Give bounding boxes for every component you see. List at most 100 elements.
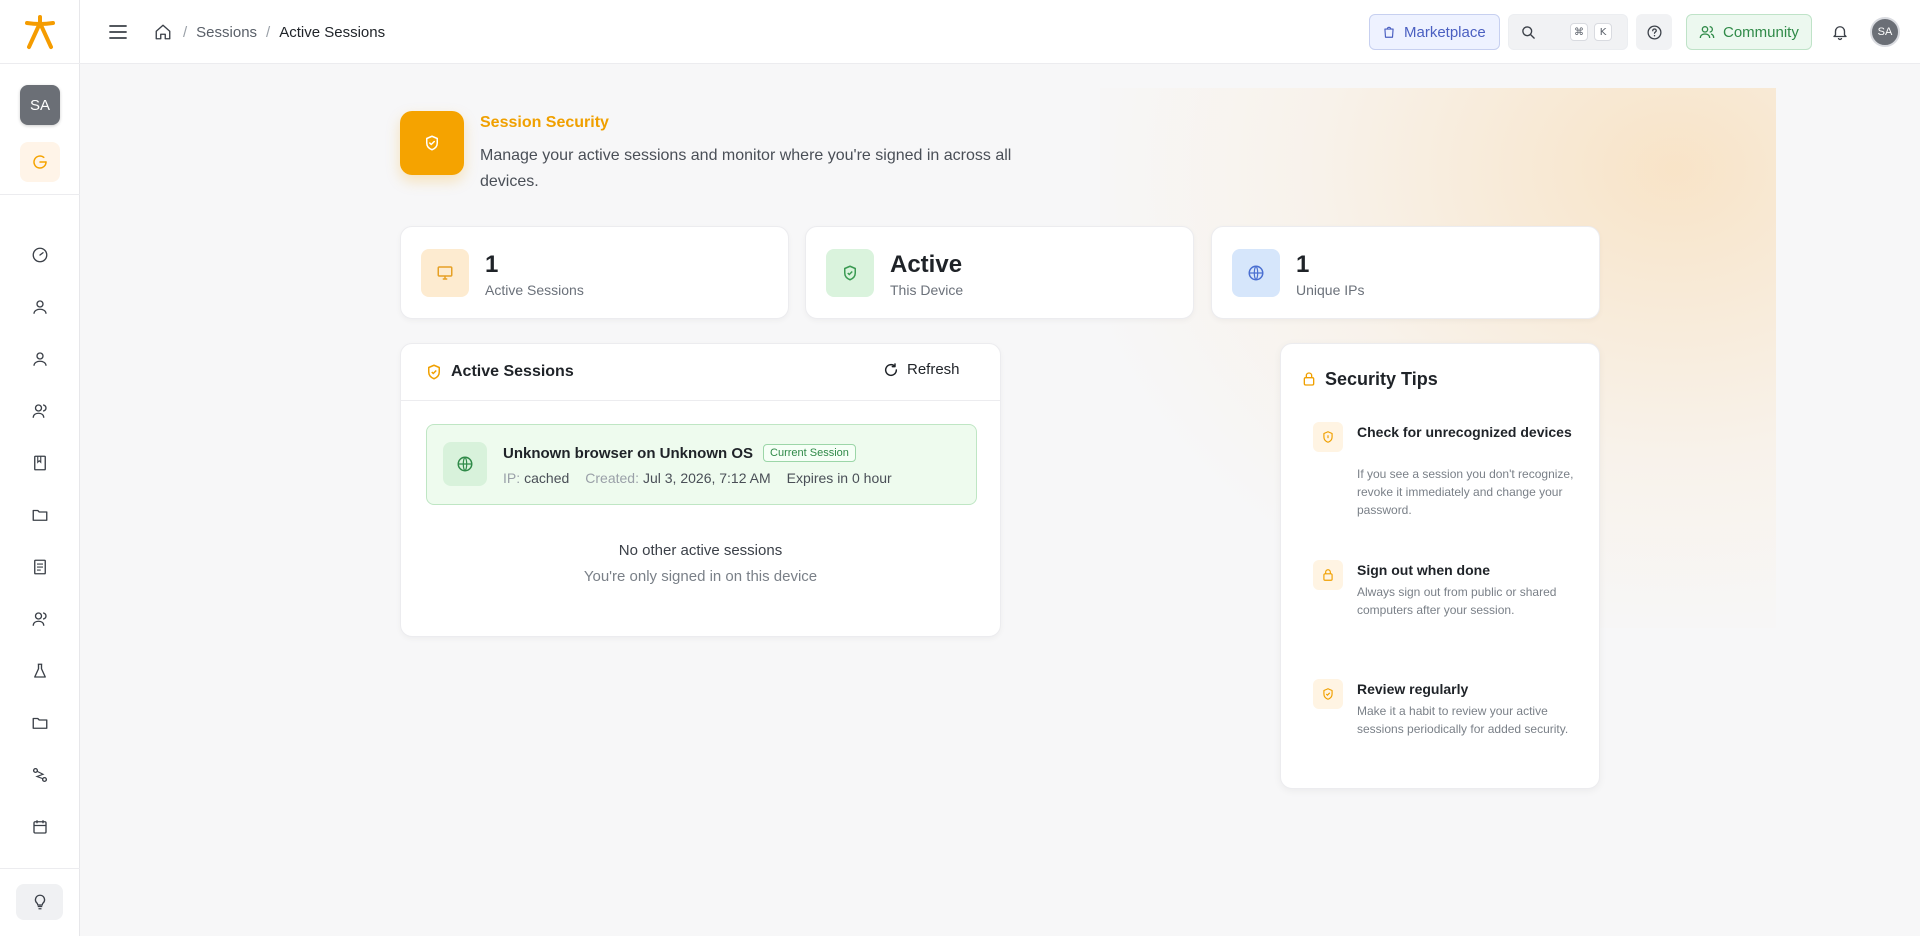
- active-sessions-card: Active Sessions Refresh Unknown browser …: [400, 343, 1001, 637]
- kbd-cmd: ⌘: [1570, 23, 1588, 41]
- stat-value: 1: [485, 251, 499, 278]
- tip-description: If you see a session you don't recognize…: [1357, 467, 1574, 517]
- calendar-icon: [33, 820, 47, 834]
- breadcrumb-separator: /: [183, 23, 188, 41]
- tip-description: Make it a habit to review your active se…: [1357, 704, 1569, 736]
- stat-label: Unique IPs: [1296, 282, 1365, 298]
- ip-key: IP:: [503, 470, 521, 486]
- breadcrumb-sessions[interactable]: Sessions: [196, 24, 257, 41]
- folder-icon: [32, 717, 48, 729]
- current-session-badge: Current Session: [763, 444, 856, 462]
- sidebar-item-users[interactable]: [24, 603, 56, 635]
- stat-card-active-sessions: 1 Active Sessions: [400, 226, 789, 319]
- folder-icon: [32, 509, 48, 521]
- workspace-avatar[interactable]: SA: [20, 85, 60, 125]
- sidebar: SA: [0, 0, 80, 936]
- tip-title: Review regularly: [1357, 681, 1469, 697]
- stat-label: This Device: [890, 282, 964, 298]
- search-button[interactable]: ⌘ K: [1508, 14, 1628, 50]
- card-title: Active Sessions: [451, 363, 574, 380]
- sidebar-item-calendar[interactable]: [24, 811, 56, 843]
- refresh-button[interactable]: Refresh: [883, 361, 960, 378]
- sidebar-item-book[interactable]: [24, 447, 56, 479]
- dashboard-icon: [32, 247, 48, 263]
- menu-toggle-button[interactable]: [104, 18, 132, 46]
- empty-state-title: No other active sessions: [618, 542, 783, 559]
- stat-value: Active: [890, 251, 963, 278]
- refresh-icon: [883, 362, 899, 378]
- card-header: Active Sessions Refresh: [401, 344, 1000, 401]
- users-icon: [1699, 24, 1715, 40]
- profile-icon: [33, 352, 47, 366]
- report-icon: [34, 559, 46, 575]
- globe-icon: [443, 442, 487, 486]
- globe-icon: [1232, 249, 1280, 297]
- sidebar-item-profile[interactable]: [24, 343, 56, 375]
- users-icon: [32, 612, 47, 626]
- marketplace-button[interactable]: Marketplace: [1369, 14, 1500, 50]
- created-key: Created:: [585, 470, 639, 486]
- topbar: / Sessions / Active Sessions Marketplace…: [80, 0, 1920, 64]
- breadcrumb-current: Active Sessions: [279, 23, 386, 41]
- sidebar-item-folder[interactable]: [24, 499, 56, 531]
- breadcrumb: / Sessions / Active Sessions: [154, 22, 385, 42]
- tips-button[interactable]: [16, 884, 63, 920]
- sidebar-item-report[interactable]: [24, 551, 56, 583]
- stat-label: Active Sessions: [485, 282, 584, 298]
- home-icon[interactable]: [154, 22, 174, 42]
- session-meta: IP: cached Created: Jul 3, 2026, 7:12 AM E…: [503, 470, 892, 486]
- tip-description: Always sign out from public or shared co…: [1357, 585, 1557, 617]
- session-ip: IP: cached: [503, 470, 569, 486]
- flask-icon: [34, 663, 46, 678]
- shield-check-icon: [425, 363, 443, 386]
- sidebar-item-dashboard[interactable]: [24, 239, 56, 271]
- ip-value: cached: [524, 470, 570, 486]
- book-icon: [34, 455, 46, 471]
- sidebar-item-team[interactable]: [24, 395, 56, 427]
- search-icon: [1521, 25, 1536, 40]
- notifications-button[interactable]: [1822, 14, 1858, 50]
- shield-check-icon: [426, 135, 438, 151]
- refresh-circle-icon: [33, 155, 47, 169]
- kbd-k: K: [1594, 23, 1612, 41]
- stat-card-unique-ips: 1 Unique IPs: [1211, 226, 1600, 319]
- sidebar-item-files[interactable]: [24, 707, 56, 739]
- session-created: Created: Jul 3, 2026, 7:12 AM: [585, 470, 770, 486]
- lock-icon: [1301, 370, 1317, 393]
- sidebar-item-routes[interactable]: [24, 759, 56, 791]
- sidebar-item-lab[interactable]: [24, 655, 56, 687]
- help-button[interactable]: [1636, 14, 1672, 50]
- user-icon: [33, 300, 47, 314]
- shopping-bag-icon: [1382, 25, 1396, 39]
- stat-value: 1: [1296, 251, 1310, 278]
- user-avatar[interactable]: SA: [1870, 17, 1900, 47]
- empty-state-subtitle: You're only signed in on this device: [583, 568, 818, 585]
- marketplace-label: Marketplace: [1404, 23, 1486, 41]
- page-description: Manage your active sessions and monitor …: [480, 147, 1012, 190]
- session-device-name: Unknown browser on Unknown OS: [503, 444, 754, 462]
- sidebar-divider: [0, 194, 80, 195]
- security-tips-card: Security Tips Check for unrecognized dev…: [1280, 343, 1600, 789]
- header-shield-badge: [400, 111, 464, 175]
- session-item-current[interactable]: Unknown browser on Unknown OS Current Se…: [426, 424, 977, 505]
- community-button[interactable]: Community: [1686, 14, 1812, 50]
- tip-title: Sign out when done: [1357, 562, 1490, 578]
- shield-icon: [1313, 422, 1343, 452]
- refresh-label: Refresh: [907, 361, 960, 378]
- help-icon: [1646, 24, 1662, 40]
- lightbulb-icon: [34, 894, 45, 910]
- sidebar-item-user[interactable]: [24, 291, 56, 323]
- shield-icon: [826, 249, 874, 297]
- logo-icon: [25, 14, 55, 49]
- workspace-switch-button[interactable]: [20, 142, 60, 182]
- tips-title: Security Tips: [1325, 369, 1438, 389]
- session-expires: Expires in 0 hour: [786, 470, 892, 486]
- route-icon: [32, 767, 48, 783]
- bell-icon: [1833, 26, 1847, 41]
- community-label: Community: [1723, 23, 1799, 41]
- created-value: Jul 3, 2026, 7:12 AM: [642, 470, 771, 486]
- lock-icon: [1313, 560, 1343, 590]
- session-device: Unknown browser on Unknown OS Current Se…: [503, 444, 856, 462]
- app-logo[interactable]: [0, 0, 80, 64]
- shield-check-icon: [1313, 679, 1343, 709]
